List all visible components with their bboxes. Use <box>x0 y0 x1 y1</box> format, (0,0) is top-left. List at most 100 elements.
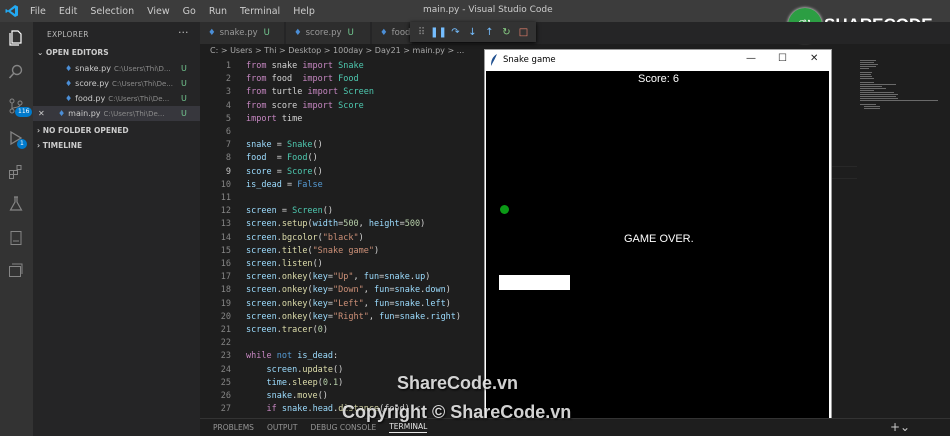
menu-file[interactable]: File <box>30 6 46 17</box>
menu-selection[interactable]: Selection <box>90 6 134 17</box>
more-actions-icon[interactable]: ··· <box>178 26 189 39</box>
line-number: 12 <box>220 206 231 217</box>
untracked-badge: U <box>181 94 187 103</box>
code-line[interactable]: 1 from snake import Snake <box>200 61 485 74</box>
code-line[interactable]: 9 score = Score() <box>200 167 485 180</box>
code-editor[interactable]: 1 from snake import Snake 2 from food impor… <box>200 58 485 418</box>
code-text: screen = Screen() <box>246 206 334 217</box>
step-over-icon[interactable]: ↷ <box>450 27 461 38</box>
sidebar-title: EXPLORER <box>47 30 89 39</box>
code-line[interactable]: 7 snake = Snake() <box>200 140 485 153</box>
remote-explorer-icon[interactable] <box>6 260 26 280</box>
code-text: screen.tracer(0) <box>246 325 328 335</box>
minimize-button[interactable]: — <box>746 53 756 64</box>
code-line[interactable]: 19 screen.onkey(key="Left", fun=snake.lef… <box>200 299 485 312</box>
tab-snake[interactable]: ♦ snake.py U <box>200 22 284 44</box>
code-line[interactable]: 2 from food import Food <box>200 74 485 87</box>
game-canvas[interactable]: Score: 6 GAME OVER. <box>486 71 829 418</box>
restart-icon[interactable]: ↻ <box>501 27 512 38</box>
minimap[interactable] <box>860 58 940 118</box>
line-number: 16 <box>220 259 231 269</box>
code-line[interactable]: 11 <box>200 193 485 206</box>
panel-tabs: PROBLEMS OUTPUT DEBUG CONSOLE TERMINAL <box>200 418 950 436</box>
tab-score[interactable]: ♦ score.py U <box>286 22 370 44</box>
game-over-text: GAME OVER. <box>624 233 694 245</box>
line-number: 9 <box>225 166 231 177</box>
code-line[interactable]: 18 screen.onkey(key="Down", fun=snake.dow… <box>200 285 485 298</box>
explorer-icon[interactable] <box>6 28 26 48</box>
snake-game-titlebar[interactable]: Snake game — ☐ ✕ <box>485 50 831 70</box>
code-line[interactable]: 13 screen.setup(width=500, height=500) <box>200 219 485 232</box>
code-line[interactable]: 10 is_dead = False <box>200 180 485 193</box>
code-line[interactable]: 12 screen = Screen() <box>200 206 485 219</box>
open-editor-food[interactable]: ♦ food.py C:\Users\Thi\De... U <box>33 91 200 106</box>
menu-terminal[interactable]: Terminal <box>240 6 280 17</box>
line-number: 3 <box>225 87 231 98</box>
pause-icon[interactable]: ❚❚ <box>430 27 447 38</box>
code-line[interactable]: 4 from score import Score <box>200 101 485 114</box>
code-line[interactable]: 6 <box>200 127 485 140</box>
code-line[interactable]: 8 food = Food() <box>200 153 485 166</box>
line-number: 11 <box>220 193 231 203</box>
code-line[interactable]: 15 screen.title("Snake game") <box>200 246 485 259</box>
code-line[interactable]: 23 while not is_dead: <box>200 351 485 364</box>
menu-go[interactable]: Go <box>183 6 196 17</box>
code-line[interactable]: 17 screen.onkey(key="Up", fun=snake.up) <box>200 272 485 285</box>
window-title: main.py - Visual Studio Code <box>423 5 553 15</box>
close-window-button[interactable]: ✕ <box>810 53 818 64</box>
explorer-sidebar: EXPLORER ··· ⌄ OPEN EDITORS ♦ snake.py C… <box>33 22 200 436</box>
python-file-icon: ♦ <box>58 109 66 118</box>
drag-handle-icon[interactable]: ⠿ <box>416 27 427 38</box>
timeline-header[interactable]: › TIMELINE <box>37 141 82 150</box>
tab-output[interactable]: OUTPUT <box>267 423 298 432</box>
timeline-label: TIMELINE <box>42 141 83 150</box>
source-control-icon[interactable]: 116 <box>6 96 33 117</box>
menu-run[interactable]: Run <box>209 6 227 17</box>
code-line[interactable]: 5 import time <box>200 114 485 127</box>
close-icon[interactable]: ✕ <box>38 109 52 118</box>
stop-icon[interactable]: □ <box>518 27 529 38</box>
extensions-icon[interactable] <box>6 162 26 182</box>
open-editors-label: OPEN EDITORS <box>45 48 109 57</box>
open-editor-snake[interactable]: ♦ snake.py C:\Users\Thi\D... U <box>33 61 200 76</box>
tab-problems[interactable]: PROBLEMS <box>213 423 254 432</box>
step-into-icon[interactable]: ↓ <box>467 27 478 38</box>
line-number: 7 <box>225 140 231 151</box>
tab-debug-console[interactable]: DEBUG CONSOLE <box>311 423 377 432</box>
code-line[interactable]: 20 screen.onkey(key="Right", fun=snake.ri… <box>200 312 485 325</box>
line-number: 1 <box>225 61 231 71</box>
book-icon[interactable] <box>6 228 26 248</box>
line-number: 14 <box>220 232 231 243</box>
code-text: time.sleep(0.1) <box>266 377 344 388</box>
code-line[interactable]: 14 screen.bgcolor("black") <box>200 233 485 246</box>
run-debug-icon[interactable]: 1 <box>6 128 27 149</box>
vscode-logo-icon <box>5 5 18 17</box>
code-line[interactable]: 16 screen.listen() <box>200 259 485 272</box>
breadcrumb[interactable]: C: > Users > Thi > Desktop > 100day > Da… <box>210 46 464 55</box>
new-terminal-icon[interactable]: +⌄ <box>890 420 910 434</box>
search-icon[interactable] <box>6 62 26 82</box>
menu-view[interactable]: View <box>147 6 170 17</box>
code-line[interactable]: 21 screen.tracer(0) <box>200 325 485 338</box>
open-editors-header[interactable]: ⌄ OPEN EDITORS <box>37 48 109 57</box>
file-path: C:\Users\Thi\De... <box>108 94 170 103</box>
step-out-icon[interactable]: ↑ <box>484 27 495 38</box>
tab-food[interactable]: ♦ food. <box>372 22 413 44</box>
open-editor-score[interactable]: ♦ score.py C:\Users\Thi\De... U <box>33 76 200 91</box>
code-text: screen.title("Snake game") <box>246 245 380 256</box>
line-number: 26 <box>220 391 231 401</box>
code-text: import time <box>246 113 303 124</box>
open-editor-main[interactable]: ✕ ♦ main.py C:\Users\Thi\De... U <box>33 106 200 121</box>
line-number: 17 <box>220 272 231 283</box>
menu-help[interactable]: Help <box>293 6 315 17</box>
no-folder-header[interactable]: › NO FOLDER OPENED <box>37 126 129 135</box>
code-line[interactable]: 3 from turtle import Screen <box>200 87 485 100</box>
code-line[interactable]: 22 <box>200 338 485 351</box>
tab-terminal[interactable]: TERMINAL <box>389 422 428 433</box>
maximize-button[interactable]: ☐ <box>778 53 787 64</box>
code-text: screen.setup(width=500, height=500) <box>246 219 426 230</box>
testing-flask-icon[interactable] <box>6 194 26 214</box>
python-file-icon: ♦ <box>65 79 73 88</box>
untracked-badge: U <box>263 28 270 38</box>
menu-edit[interactable]: Edit <box>59 6 77 17</box>
